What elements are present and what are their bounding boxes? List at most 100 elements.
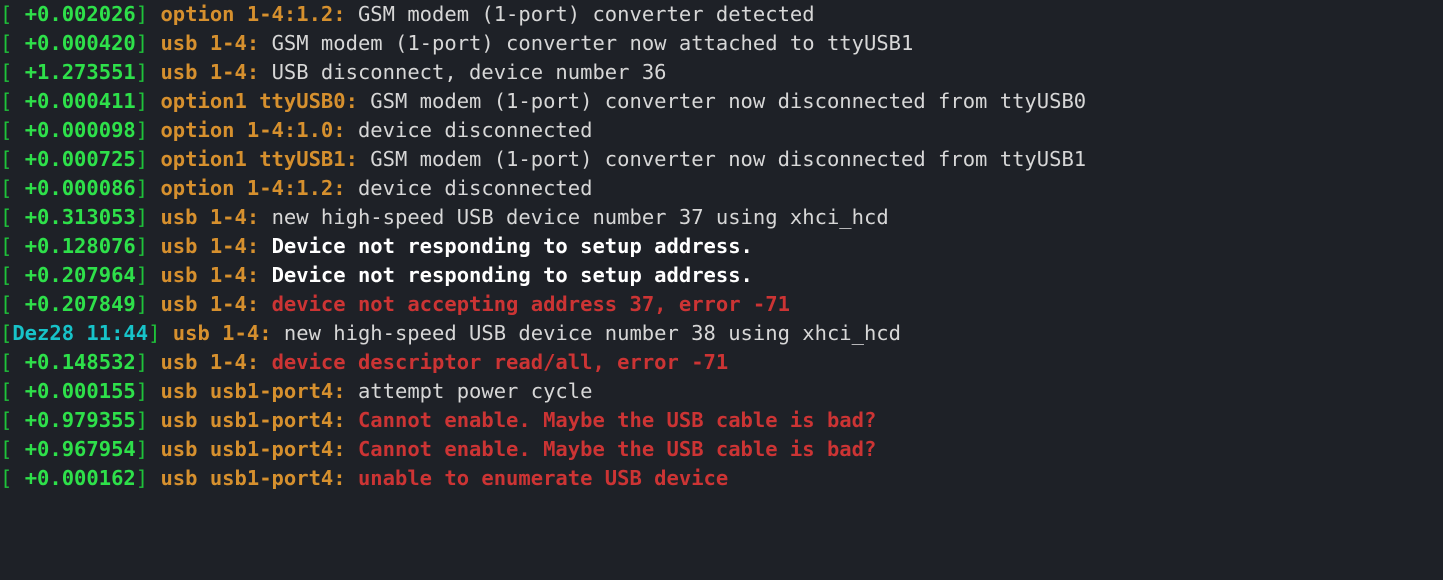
timestamp: +0.148532 bbox=[25, 350, 136, 374]
log-message: USB disconnect, device number 36 bbox=[272, 60, 667, 84]
log-line: [ +0.128076] usb 1-4: Device not respond… bbox=[0, 232, 1443, 261]
bracket-open: [ bbox=[0, 205, 25, 229]
bracket-open: [ bbox=[0, 437, 25, 461]
bracket-open: [ bbox=[0, 321, 12, 345]
log-source: option 1-4:1.2: bbox=[160, 176, 357, 200]
bracket-open: [ bbox=[0, 60, 25, 84]
timestamp: +1.273551 bbox=[25, 60, 136, 84]
bracket-close: ] bbox=[136, 60, 161, 84]
log-line: [ +0.207964] usb 1-4: Device not respond… bbox=[0, 261, 1443, 290]
log-line: [ +0.000098] option 1-4:1.0: device disc… bbox=[0, 116, 1443, 145]
log-line: [ +0.000420] usb 1-4: GSM modem (1-port)… bbox=[0, 29, 1443, 58]
bracket-close: ] bbox=[136, 379, 161, 403]
bracket-open: [ bbox=[0, 408, 25, 432]
log-message: GSM modem (1-port) converter now disconn… bbox=[370, 89, 1086, 113]
log-message: GSM modem (1-port) converter detected bbox=[358, 2, 815, 26]
timestamp: +0.000411 bbox=[25, 89, 136, 113]
timestamp: +0.207964 bbox=[25, 263, 136, 287]
bracket-close: ] bbox=[136, 2, 161, 26]
log-line: [ +0.148532] usb 1-4: device descriptor … bbox=[0, 348, 1443, 377]
bracket-close: ] bbox=[136, 350, 161, 374]
timestamp: +0.000162 bbox=[25, 466, 136, 490]
bracket-open: [ bbox=[0, 263, 25, 287]
log-source: usb 1-4: bbox=[160, 350, 271, 374]
bracket-close: ] bbox=[136, 437, 161, 461]
bracket-open: [ bbox=[0, 379, 25, 403]
log-message: attempt power cycle bbox=[358, 379, 593, 403]
log-source: usb 1-4: bbox=[160, 31, 271, 55]
log-source: usb 1-4: bbox=[160, 205, 271, 229]
log-source: option1 ttyUSB1: bbox=[160, 147, 370, 171]
log-line: [ +0.002026] option 1-4:1.2: GSM modem (… bbox=[0, 0, 1443, 29]
bracket-close: ] bbox=[136, 176, 161, 200]
bracket-open: [ bbox=[0, 147, 25, 171]
timestamp: +0.000086 bbox=[25, 176, 136, 200]
log-line: [ +0.000155] usb usb1-port4: attempt pow… bbox=[0, 377, 1443, 406]
timestamp: +0.000098 bbox=[25, 118, 136, 142]
log-source: usb usb1-port4: bbox=[160, 379, 357, 403]
timestamp: +0.002026 bbox=[25, 2, 136, 26]
log-message: GSM modem (1-port) converter now disconn… bbox=[370, 147, 1086, 171]
log-line: [ +0.979355] usb usb1-port4: Cannot enab… bbox=[0, 406, 1443, 435]
kernel-log: [ +0.002026] option 1-4:1.2: GSM modem (… bbox=[0, 0, 1443, 503]
log-source: usb 1-4: bbox=[160, 234, 271, 258]
log-source: option1 ttyUSB0: bbox=[160, 89, 370, 113]
timestamp: +0.000155 bbox=[25, 379, 136, 403]
log-line: [ +0.313053] usb 1-4: new high-speed USB… bbox=[0, 203, 1443, 232]
log-source: usb 1-4: bbox=[160, 292, 271, 316]
log-line: [ +0.000086] option 1-4:1.2: device disc… bbox=[0, 174, 1443, 203]
bracket-close: ] bbox=[148, 321, 173, 345]
bracket-open: [ bbox=[0, 2, 25, 26]
log-source: usb usb1-port4: bbox=[160, 437, 357, 461]
bracket-open: [ bbox=[0, 234, 25, 258]
log-source: option 1-4:1.2: bbox=[160, 2, 357, 26]
log-source: option 1-4:1.0: bbox=[160, 118, 357, 142]
log-line: [ +0.000162] usb usb1-port4: unable to e… bbox=[0, 464, 1443, 493]
timestamp: +0.207849 bbox=[25, 292, 136, 316]
bracket-close: ] bbox=[136, 147, 161, 171]
log-message: Cannot enable. Maybe the USB cable is ba… bbox=[358, 408, 876, 432]
timestamp: +0.000725 bbox=[25, 147, 136, 171]
bracket-close: ] bbox=[136, 292, 161, 316]
bracket-open: [ bbox=[0, 292, 25, 316]
bracket-close: ] bbox=[136, 31, 161, 55]
log-line: [ +0.207849] usb 1-4: device not accepti… bbox=[0, 290, 1443, 319]
log-source: usb 1-4: bbox=[173, 321, 284, 345]
bracket-open: [ bbox=[0, 118, 25, 142]
timestamp: +0.128076 bbox=[25, 234, 136, 258]
bracket-close: ] bbox=[136, 89, 161, 113]
bracket-open: [ bbox=[0, 176, 25, 200]
timestamp: +0.967954 bbox=[25, 437, 136, 461]
log-message: device disconnected bbox=[358, 176, 593, 200]
log-message: Device not responding to setup address. bbox=[272, 263, 753, 287]
log-source: usb usb1-port4: bbox=[160, 466, 357, 490]
bracket-close: ] bbox=[136, 408, 161, 432]
timestamp: +0.313053 bbox=[25, 205, 136, 229]
bracket-close: ] bbox=[136, 263, 161, 287]
timestamp: +0.000420 bbox=[25, 31, 136, 55]
timestamp: Dez28 11:44 bbox=[12, 321, 148, 345]
log-message: Device not responding to setup address. bbox=[272, 234, 753, 258]
bracket-open: [ bbox=[0, 350, 25, 374]
log-message: unable to enumerate USB device bbox=[358, 466, 728, 490]
log-line: [Dez28 11:44] usb 1-4: new high-speed US… bbox=[0, 319, 1443, 348]
log-source: usb usb1-port4: bbox=[160, 408, 357, 432]
log-message: device disconnected bbox=[358, 118, 593, 142]
log-line: [ +0.000725] option1 ttyUSB1: GSM modem … bbox=[0, 145, 1443, 174]
log-line: [ +0.000411] option1 ttyUSB0: GSM modem … bbox=[0, 87, 1443, 116]
bracket-close: ] bbox=[136, 466, 161, 490]
log-message: new high-speed USB device number 37 usin… bbox=[272, 205, 889, 229]
bracket-open: [ bbox=[0, 466, 25, 490]
timestamp: +0.979355 bbox=[25, 408, 136, 432]
log-message: device descriptor read/all, error -71 bbox=[272, 350, 729, 374]
bracket-open: [ bbox=[0, 89, 25, 113]
log-source: usb 1-4: bbox=[160, 60, 271, 84]
log-message: GSM modem (1-port) converter now attache… bbox=[272, 31, 914, 55]
bracket-open: [ bbox=[0, 31, 25, 55]
log-source: usb 1-4: bbox=[160, 263, 271, 287]
log-message: new high-speed USB device number 38 usin… bbox=[284, 321, 901, 345]
bracket-close: ] bbox=[136, 118, 161, 142]
bracket-close: ] bbox=[136, 234, 161, 258]
log-message: device not accepting address 37, error -… bbox=[272, 292, 790, 316]
log-message: Cannot enable. Maybe the USB cable is ba… bbox=[358, 437, 876, 461]
